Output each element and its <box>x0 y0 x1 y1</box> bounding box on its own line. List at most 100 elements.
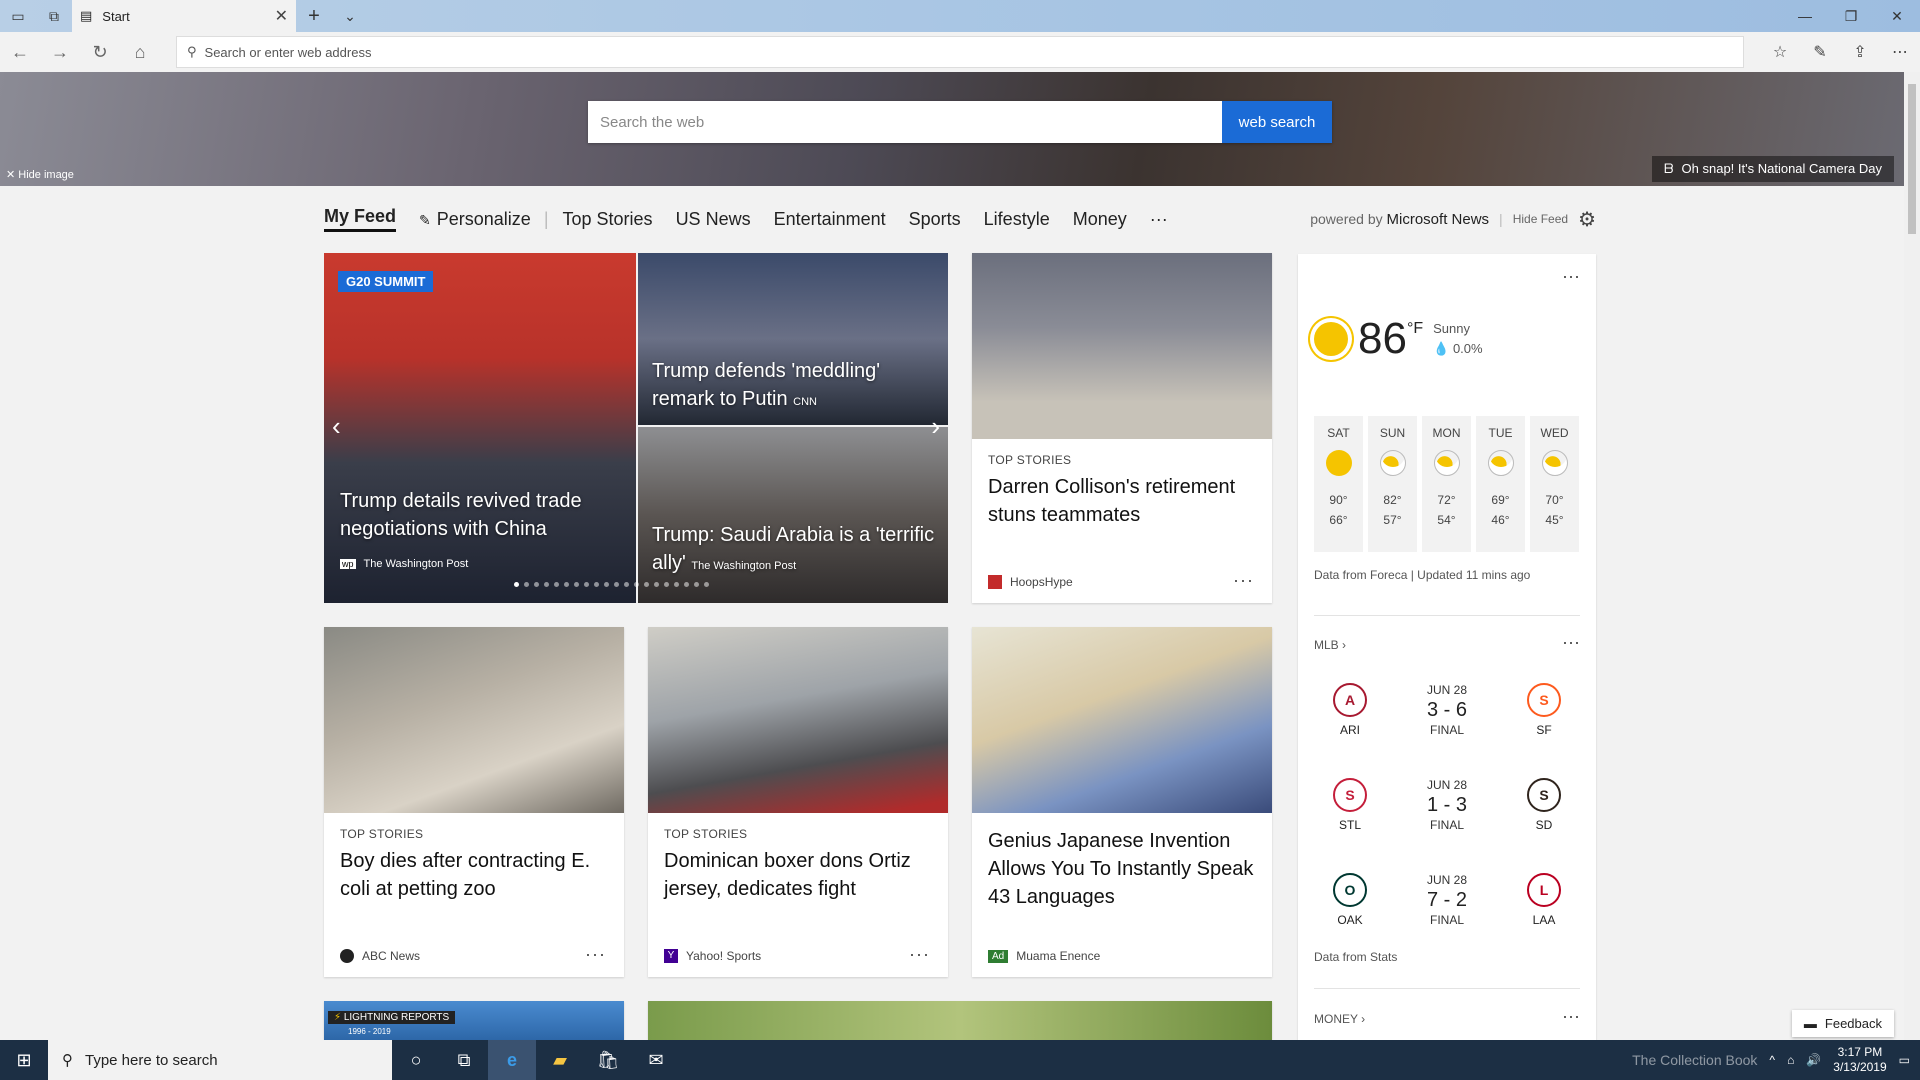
clock[interactable]: 3:17 PM 3/13/2019 <box>1833 1045 1886 1075</box>
current-weather[interactable]: 86°F Sunny 💧 0.0% <box>1314 314 1483 364</box>
tab-lifestyle[interactable]: Lifestyle <box>984 209 1050 230</box>
money-header[interactable]: MONEY › <box>1314 1012 1365 1026</box>
minimize-button[interactable]: — <box>1782 0 1828 32</box>
mail-icon[interactable]: ✉ <box>632 1040 680 1080</box>
carousel-dot[interactable] <box>544 582 549 587</box>
carousel-dot[interactable] <box>584 582 589 587</box>
carousel-dot[interactable] <box>644 582 649 587</box>
news-card[interactable]: TOP STORIES Darren Collison's retirement… <box>972 253 1272 603</box>
tab-money[interactable]: Money <box>1073 209 1127 230</box>
mlb-game[interactable]: A ARI JUN 28 3 - 6 FINAL S SF <box>1314 682 1580 738</box>
carousel-dot[interactable] <box>574 582 579 587</box>
tray-chevron-icon[interactable]: ^ <box>1769 1053 1775 1067</box>
web-search-button[interactable]: web search <box>1222 101 1332 143</box>
ad-card[interactable]: Genius Japanese Invention Allows You To … <box>972 627 1272 977</box>
more-tabs-button[interactable]: ··· <box>1150 209 1168 230</box>
carousel-dot[interactable] <box>624 582 629 587</box>
carousel-next-icon[interactable]: › <box>931 411 940 442</box>
forecast-day[interactable]: TUE 69° 46° <box>1476 416 1525 552</box>
carousel-dot[interactable] <box>684 582 689 587</box>
close-window-button[interactable]: ✕ <box>1874 0 1920 32</box>
file-explorer-icon[interactable]: ▰ <box>536 1040 584 1080</box>
tab-actions-icon[interactable]: ▭ <box>0 0 36 32</box>
card-more-icon[interactable]: ··· <box>1233 570 1254 591</box>
web-note-icon[interactable]: ✎ <box>1800 32 1840 72</box>
notifications-icon[interactable]: ▭ <box>1899 1053 1910 1067</box>
scrollbar[interactable] <box>1904 72 1920 1040</box>
image-caption-button[interactable]: ᗷ Oh snap! It's National Camera Day <box>1652 156 1894 182</box>
carousel-dot[interactable] <box>694 582 699 587</box>
weather-more-icon[interactable]: ··· <box>1562 266 1580 287</box>
card-more-icon[interactable]: ··· <box>585 944 606 965</box>
carousel-dot[interactable] <box>554 582 559 587</box>
volume-icon[interactable]: 🔊 <box>1806 1053 1821 1067</box>
carousel-dot[interactable] <box>594 582 599 587</box>
tab-personalize[interactable]: ✎ Personalize <box>419 209 531 230</box>
settings-gear-icon[interactable]: ⚙ <box>1578 207 1596 232</box>
forecast-day[interactable]: SUN 82° 57° <box>1368 416 1417 552</box>
carousel-dot[interactable] <box>514 582 519 587</box>
news-card[interactable] <box>648 1001 1272 1040</box>
main-headline[interactable]: Trump details revived trade negotiations… <box>340 487 610 543</box>
more-menu-icon[interactable]: ⋯ <box>1880 32 1920 72</box>
news-card[interactable]: ⚡ LIGHTNING REPORTS 1996 - 2019 <box>324 1001 624 1040</box>
news-card[interactable]: TOP STORIES Dominican boxer dons Ortiz j… <box>648 627 948 977</box>
main-story-image[interactable] <box>324 253 636 603</box>
hide-image-link[interactable]: ✕ Hide image <box>6 168 74 181</box>
carousel-dot[interactable] <box>634 582 639 587</box>
tab-top-stories[interactable]: Top Stories <box>563 209 653 230</box>
mlb-game[interactable]: O OAK JUN 28 7 - 2 FINAL L LAA <box>1314 872 1580 928</box>
windows-start-icon[interactable]: ⊞ <box>0 1040 48 1080</box>
task-view-icon[interactable]: ⧉ <box>440 1040 488 1080</box>
carousel-dot[interactable] <box>524 582 529 587</box>
carousel-dot[interactable] <box>654 582 659 587</box>
carousel-dot[interactable] <box>704 582 709 587</box>
store-icon[interactable]: 🛍 <box>584 1040 632 1080</box>
home-button[interactable]: ⌂ <box>120 32 160 72</box>
carousel-dot[interactable] <box>604 582 609 587</box>
card-headline[interactable]: Boy dies after contracting E. coli at pe… <box>340 847 608 903</box>
scrollbar-thumb[interactable] <box>1908 84 1916 234</box>
network-icon[interactable]: ⌂ <box>1787 1053 1794 1067</box>
taskbar-search[interactable]: ⚲ Type here to search <box>48 1040 392 1080</box>
side2-headline[interactable]: Trump: Saudi Arabia is a 'terrific ally'… <box>652 521 942 580</box>
tab-my-feed[interactable]: My Feed <box>324 206 397 232</box>
card-more-icon[interactable]: ··· <box>909 944 930 965</box>
forecast-day[interactable]: WED 70° 45° <box>1530 416 1579 552</box>
tab-entertainment[interactable]: Entertainment <box>774 209 886 230</box>
tab-start[interactable]: ▤ Start ✕ <box>72 0 296 32</box>
forecast-day[interactable]: MON 72° 54° <box>1422 416 1471 552</box>
set-aside-tabs-icon[interactable]: ⧉ <box>36 0 72 32</box>
carousel-dot[interactable] <box>534 582 539 587</box>
mlb-header[interactable]: MLB › <box>1314 638 1346 652</box>
forward-button[interactable]: → <box>40 32 80 72</box>
card-headline[interactable]: Genius Japanese Invention Allows You To … <box>988 827 1256 911</box>
carousel-dot[interactable] <box>564 582 569 587</box>
carousel-dots[interactable] <box>514 582 709 587</box>
hide-feed-button[interactable]: Hide Feed <box>1513 212 1568 226</box>
mlb-game[interactable]: S STL JUN 28 1 - 3 FINAL S SD <box>1314 777 1580 833</box>
address-bar[interactable]: ⚲ Search or enter web address <box>176 36 1744 68</box>
tab-preview-chevron-icon[interactable]: ⌄ <box>332 0 368 32</box>
close-tab-icon[interactable]: ✕ <box>275 6 288 26</box>
carousel-dot[interactable] <box>614 582 619 587</box>
carousel-prev-icon[interactable]: ‹ <box>332 411 341 442</box>
favorites-icon[interactable]: ☆ <box>1760 32 1800 72</box>
web-search-input[interactable]: Search the web <box>588 101 1222 143</box>
tab-us-news[interactable]: US News <box>676 209 751 230</box>
money-more-icon[interactable]: ··· <box>1562 1006 1580 1027</box>
top-story-carousel[interactable]: G20 SUMMIT Trump details revived trade n… <box>324 253 948 603</box>
card-headline[interactable]: Dominican boxer dons Ortiz jersey, dedic… <box>664 847 932 903</box>
back-button[interactable]: ← <box>0 32 40 72</box>
cortana-icon[interactable]: ○ <box>392 1040 440 1080</box>
tab-sports[interactable]: Sports <box>909 209 961 230</box>
card-headline[interactable]: Darren Collison's retirement stuns teamm… <box>988 473 1256 529</box>
mlb-more-icon[interactable]: ··· <box>1562 632 1580 653</box>
maximize-button[interactable]: ❐ <box>1828 0 1874 32</box>
news-card[interactable]: TOP STORIES Boy dies after contracting E… <box>324 627 624 977</box>
forecast-day[interactable]: SAT 90° 66° <box>1314 416 1363 552</box>
carousel-dot[interactable] <box>674 582 679 587</box>
new-tab-button[interactable]: + <box>296 0 332 32</box>
feedback-button[interactable]: ▬ Feedback <box>1791 1010 1894 1037</box>
refresh-button[interactable]: ↻ <box>80 32 120 72</box>
